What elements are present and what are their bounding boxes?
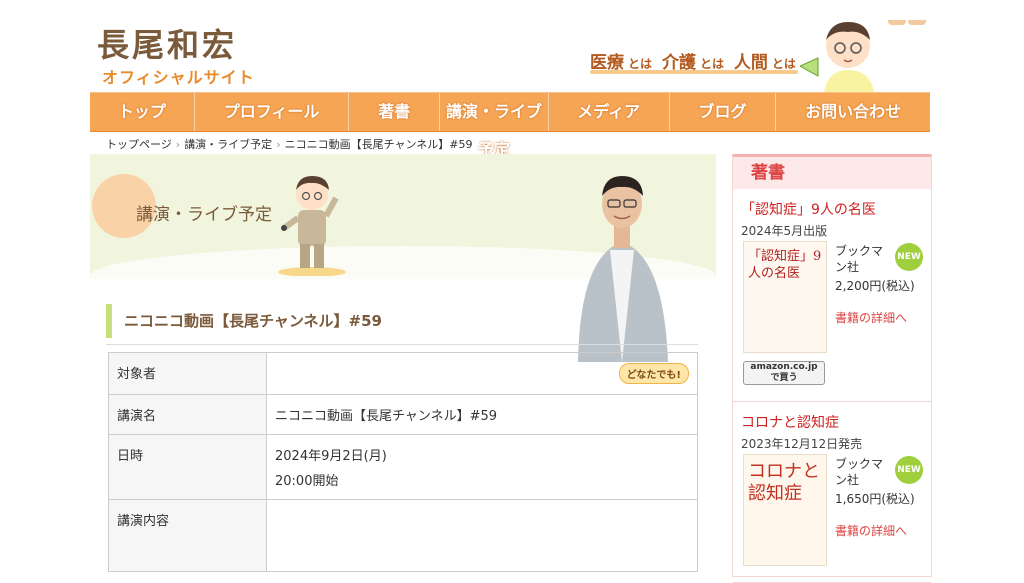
chevron-right-icon: › xyxy=(175,138,181,151)
book-cover-text: コロナと認知症 xyxy=(748,461,820,504)
tagline-particle: とは xyxy=(771,57,796,71)
book-price: 2,200円(税込) xyxy=(835,279,915,293)
book-title[interactable]: 「認知症」9人の名医 xyxy=(741,199,876,219)
amazon-logo-text: amazon.co.jp xyxy=(750,362,818,372)
amazon-buy-text: で買う xyxy=(770,373,798,383)
book-cover-text: 「認知症」9人の名医 xyxy=(748,249,822,281)
book-detail-link[interactable]: 書籍の詳細へ xyxy=(835,309,907,326)
audience-badge: どなたでも! xyxy=(618,363,689,384)
row-value xyxy=(266,499,698,572)
breadcrumb: トップページ › 講演・ライブ予定 › ニコニコ動画【長尾チャンネル】#59 xyxy=(106,136,472,152)
breadcrumb-home[interactable]: トップページ xyxy=(106,138,172,151)
book-cover-image[interactable]: 「認知症」9人の名医 xyxy=(743,241,827,353)
utility-tab[interactable] xyxy=(908,20,926,25)
book-item: コロナと認知症 2023年12月12日発売 コロナと認知症 ブックマン社 NEW… xyxy=(733,402,931,583)
sidebar-books: 著書 「認知症」9人の名医 2024年5月出版 「認知症」9人の名医 ブックマン… xyxy=(732,154,932,583)
book-cover-image[interactable]: コロナと認知症 xyxy=(743,454,827,566)
row-label: 日時 xyxy=(108,434,267,500)
row-label: 講演名 xyxy=(108,394,267,435)
nav-item-media[interactable]: メディア xyxy=(549,93,670,131)
hero-title: 講演・ライブ予定 xyxy=(136,205,272,225)
breadcrumb-current: ニコニコ動画【長尾チャンネル】#59 xyxy=(284,138,473,151)
page-title: ニコニコ動画【長尾チャンネル】#59 xyxy=(106,304,382,338)
event-info-table: 対象者 どなたでも! 講演名 ニコニコ動画【長尾チャンネル】#59 日時 202… xyxy=(108,352,698,572)
book-publisher: ブックマン社 xyxy=(835,457,884,487)
book-date: 2024年5月出版 xyxy=(741,224,828,238)
main-nav: トップ プロフィール 著書 講演・ライブ予定 メディア ブログ お問い合わせ xyxy=(90,92,930,159)
header-utility-tabs xyxy=(886,10,930,25)
row-label: 講演内容 xyxy=(108,499,267,572)
book-detail-link[interactable]: 書籍の詳細へ xyxy=(835,522,907,539)
table-row: 講演内容 xyxy=(108,499,698,572)
page: 長尾和宏 オフィシャルサイト 医療とは 介護とは 人間とは トップ プロフ xyxy=(0,0,1024,583)
nav-item-profile[interactable]: プロフィール xyxy=(195,93,350,131)
speaker-mascot-icon xyxy=(278,176,346,276)
site-logo-subtitle[interactable]: オフィシャルサイト xyxy=(102,64,255,88)
site-logo[interactable]: 長尾和宏 xyxy=(97,20,237,66)
doctor-mascot-icon xyxy=(800,22,874,92)
event-time: 20:00開始 xyxy=(275,474,339,489)
book-item: 「認知症」9人の名医 2024年5月出版 「認知症」9人の名医 ブックマン社 N… xyxy=(733,189,931,402)
nav-item-contact[interactable]: お問い合わせ xyxy=(776,93,930,131)
site-header: 長尾和宏 オフィシャルサイト 医療 とは 介護 とは 人間 とは xyxy=(82,10,942,92)
sidebar-heading: 著書 xyxy=(733,154,931,189)
breadcrumb-lectures[interactable]: 講演・ライブ予定 xyxy=(184,138,272,151)
table-row: 日時 2024年9月2日(月) 20:00開始 xyxy=(108,434,698,500)
site-container: 長尾和宏 オフィシャルサイト 医療とは 介護とは 人間とは トップ プロフ xyxy=(82,10,942,583)
table-row: 講演名 ニコニコ動画【長尾チャンネル】#59 xyxy=(108,394,698,435)
row-value: どなたでも! xyxy=(266,352,698,395)
tagline-particle: とは xyxy=(699,57,724,71)
row-value: ニコニコ動画【長尾チャンネル】#59 xyxy=(266,394,698,435)
book-publisher: ブックマン社 xyxy=(835,244,884,274)
nav-item-blog[interactable]: ブログ xyxy=(670,93,777,131)
divider xyxy=(106,344,698,345)
event-date: 2024年9月2日(月) xyxy=(275,449,387,464)
nav-item-books[interactable]: 著書 xyxy=(349,93,441,131)
nav-item-lectures[interactable]: 講演・ライブ予定 xyxy=(440,93,549,159)
chevron-right-icon: › xyxy=(276,138,281,151)
amazon-buy-button[interactable]: amazon.co.jp で買う xyxy=(743,361,825,385)
tagline-underline xyxy=(590,70,798,74)
row-value: 2024年9月2日(月) 20:00開始 xyxy=(266,434,698,500)
book-date: 2023年12月12日発売 xyxy=(741,437,863,451)
book-title[interactable]: コロナと認知症 xyxy=(741,412,839,432)
table-row: 対象者 どなたでも! xyxy=(108,352,698,395)
new-badge: NEW xyxy=(895,243,923,271)
new-badge: NEW xyxy=(895,456,923,484)
nav-item-top[interactable]: トップ xyxy=(90,93,195,131)
tagline-particle: とは xyxy=(628,57,653,71)
utility-tab[interactable] xyxy=(888,20,906,25)
speaker-portrait xyxy=(578,176,668,362)
row-label: 対象者 xyxy=(108,352,267,395)
book-price: 1,650円(税込) xyxy=(835,492,915,506)
